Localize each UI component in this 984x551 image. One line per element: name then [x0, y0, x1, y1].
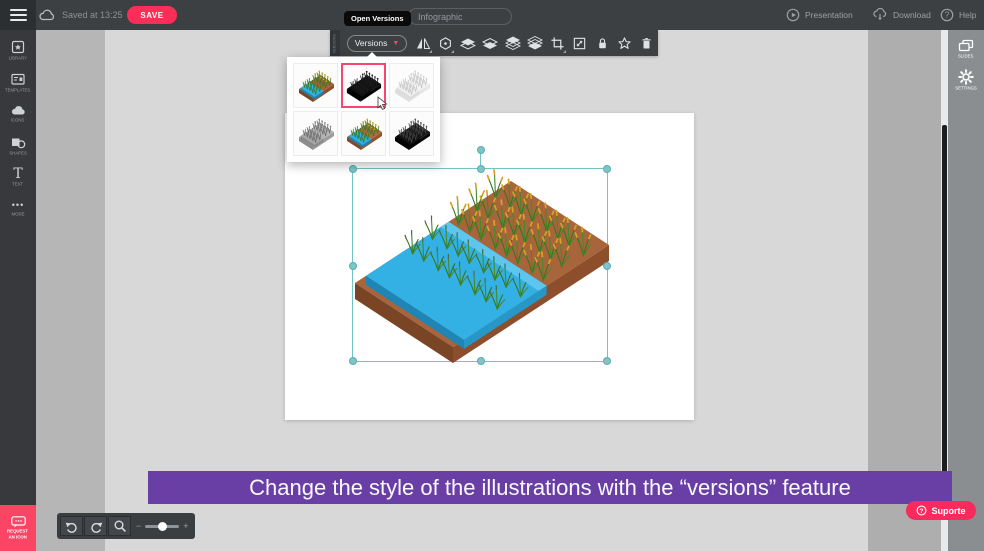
- resize-icon[interactable]: [569, 30, 591, 56]
- support-button[interactable]: ? Suporte: [906, 501, 976, 520]
- toolbar-drag-handle[interactable]: VERSIONS: [330, 30, 340, 56]
- selection-handle-se[interactable]: [603, 357, 611, 365]
- video-caption: Change the style of the illustrations wi…: [148, 471, 952, 504]
- color-style-icon[interactable]: [435, 30, 457, 56]
- versions-dropdown[interactable]: Versions ▼: [347, 35, 408, 52]
- sidebar-item-templates[interactable]: TEMPLATES: [0, 71, 36, 103]
- mouse-cursor-icon: [376, 96, 389, 110]
- element-toolbar: VERSIONS Versions ▼: [330, 30, 658, 56]
- scrollbar-thumb[interactable]: [942, 125, 947, 497]
- support-label: Suporte: [931, 506, 965, 516]
- library-icon: [10, 39, 26, 55]
- cloud-sync-icon: [38, 8, 56, 22]
- play-circle-icon: [786, 8, 800, 22]
- help-circle-icon: ?: [940, 8, 954, 22]
- chevron-down-icon: ▼: [392, 40, 399, 47]
- canvas-illustration[interactable]: [353, 169, 609, 363]
- zoom-slider-thumb[interactable]: [158, 522, 167, 531]
- document-title-input[interactable]: [408, 8, 512, 25]
- cloud-download-icon: [872, 8, 888, 22]
- versions-label: Versions: [355, 38, 388, 48]
- selection-handle-ne[interactable]: [603, 165, 611, 173]
- zoom-out-button[interactable]: −: [136, 521, 141, 531]
- zoom-search-button[interactable]: [108, 516, 131, 536]
- version-thumbnail-white-outline[interactable]: [389, 63, 434, 108]
- hamburger-menu-button[interactable]: [0, 0, 36, 30]
- selection-handle-e[interactable]: [603, 262, 611, 270]
- sidebar-item-text[interactable]: T TEXT: [0, 167, 36, 199]
- more-ellipsis-icon: •••: [12, 199, 24, 211]
- sidebar-item-shapes[interactable]: SHAPES: [0, 135, 36, 167]
- download-label: Download: [893, 10, 931, 20]
- shapes-icon: [10, 135, 26, 150]
- send-to-back-icon[interactable]: [524, 30, 546, 56]
- undo-button[interactable]: [60, 516, 83, 536]
- sidebar-item-icons[interactable]: ICONS: [0, 103, 36, 135]
- settings-gear-icon: [958, 69, 974, 85]
- crop-icon[interactable]: [546, 30, 568, 56]
- redo-button[interactable]: [84, 516, 107, 536]
- svg-text:?: ?: [945, 11, 950, 20]
- bring-to-front-icon[interactable]: [502, 30, 524, 56]
- version-thumbnail-black-solid[interactable]: [341, 63, 386, 108]
- selection-handle-n[interactable]: [477, 165, 485, 173]
- open-versions-tooltip: Open Versions: [344, 11, 411, 26]
- presentation-button[interactable]: Presentation: [786, 8, 853, 22]
- topbar: Saved at 13:25 SAVE Presentation Downloa…: [0, 0, 984, 30]
- sidebar-item-slides[interactable]: SLIDES: [955, 38, 976, 60]
- version-thumbnail-flat-color[interactable]: [341, 111, 386, 156]
- zoom-in-button[interactable]: +: [183, 521, 188, 531]
- saved-status: Saved at 13:25: [62, 10, 123, 20]
- workspace-left-margin: [36, 30, 105, 551]
- zoom-slider[interactable]: [145, 525, 179, 528]
- selection-handle-nw[interactable]: [349, 165, 357, 173]
- version-thumbnail-full-color[interactable]: [293, 63, 338, 108]
- save-button[interactable]: SAVE: [127, 6, 177, 24]
- presentation-label: Presentation: [805, 10, 853, 20]
- lock-icon[interactable]: [591, 30, 613, 56]
- versions-panel: [287, 57, 440, 162]
- help-label: Help: [959, 10, 976, 20]
- selection-box: [352, 168, 608, 362]
- panel-caret: [367, 52, 377, 57]
- templates-icon: [10, 71, 26, 87]
- slides-icon: [957, 38, 975, 53]
- right-sidebar: SLIDES SETTINGS: [948, 30, 984, 551]
- app-window: Saved at 13:25 SAVE Presentation Downloa…: [0, 0, 984, 551]
- selection-handle-s[interactable]: [477, 357, 485, 365]
- version-thumbnail-black-detail[interactable]: [389, 111, 434, 156]
- sidebar-item-settings[interactable]: SETTINGS: [951, 69, 981, 92]
- star-icon[interactable]: [613, 30, 635, 56]
- version-thumbnail-grayscale[interactable]: [293, 111, 338, 156]
- icons-cloud-icon: [10, 103, 27, 117]
- svg-text:?: ?: [920, 508, 924, 515]
- selection-handle-w[interactable]: [349, 262, 357, 270]
- download-button[interactable]: Download: [872, 8, 931, 22]
- rotation-handle[interactable]: [477, 146, 485, 154]
- versions-grid: [287, 57, 440, 162]
- delete-icon[interactable]: [636, 30, 658, 56]
- chat-bubble-icon: [10, 515, 27, 529]
- left-sidebar: LIBRARY TEMPLATES ICONS SHAPES T TEXT ••…: [0, 30, 36, 505]
- sidebar-item-more[interactable]: ••• MORE: [0, 199, 36, 231]
- send-backward-icon[interactable]: [479, 30, 501, 56]
- question-circle-icon: ?: [916, 505, 927, 516]
- help-button[interactable]: ? Help: [940, 8, 976, 22]
- bring-forward-icon[interactable]: [457, 30, 479, 56]
- sidebar-item-library[interactable]: LIBRARY: [0, 39, 36, 71]
- flip-icon[interactable]: [412, 30, 434, 56]
- text-icon: T: [13, 167, 22, 181]
- zoom-controls: − +: [57, 513, 195, 539]
- request-an-icon-button[interactable]: REQUEST AN ICON: [0, 505, 36, 551]
- selection-handle-sw[interactable]: [349, 357, 357, 365]
